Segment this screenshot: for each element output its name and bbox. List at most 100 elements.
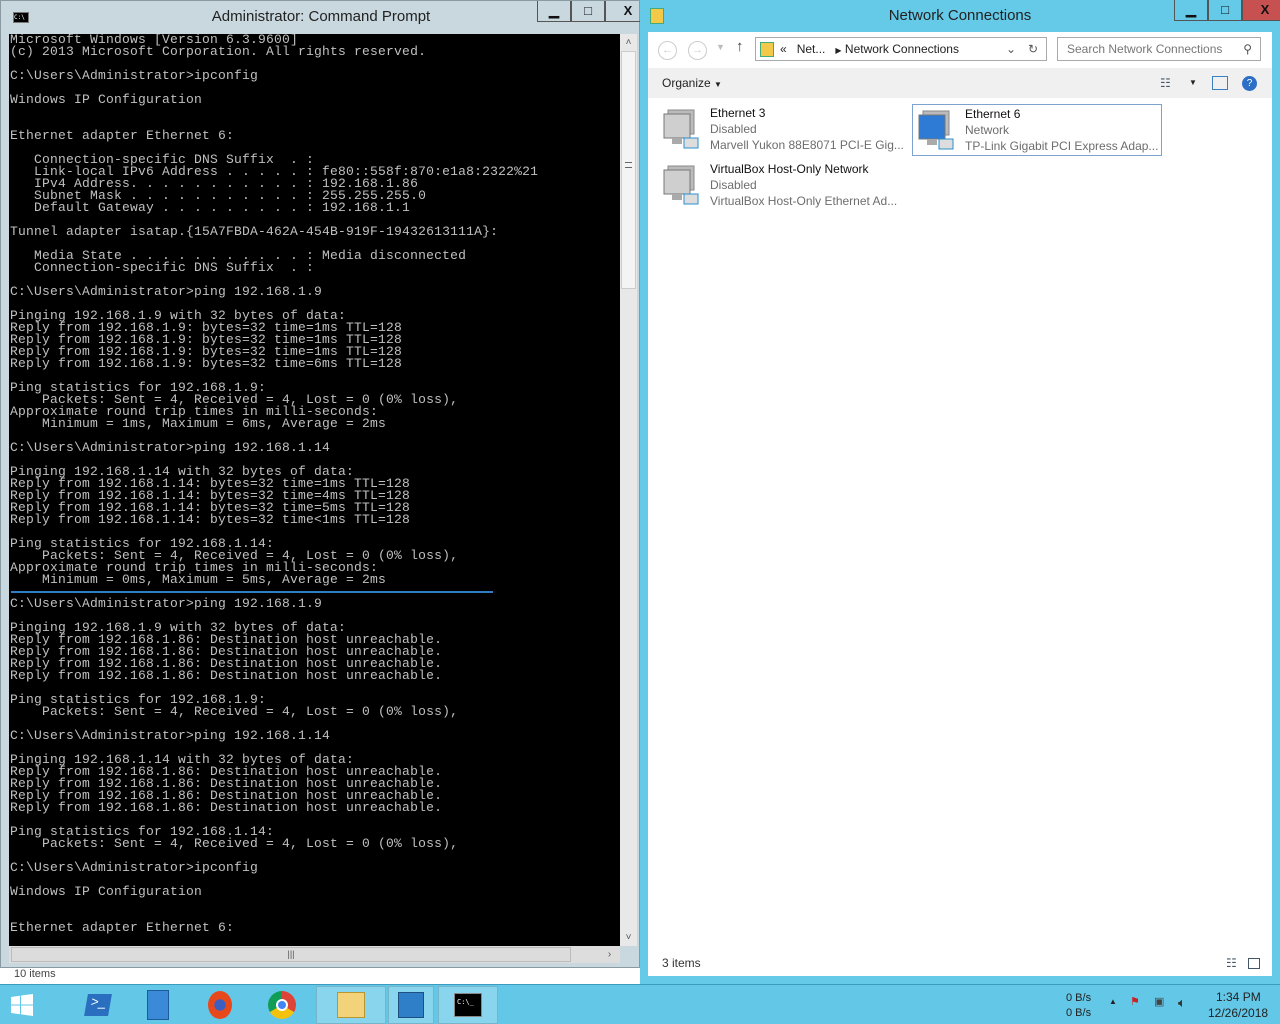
console-line: Minimum = 1ms, Maximum = 6ms, Average = … <box>10 416 387 431</box>
console-line: Minimum = 0ms, Maximum = 5ms, Average = … <box>10 572 387 587</box>
network-adapter-icon <box>663 109 699 149</box>
console-line: Windows IP Configuration <box>10 884 203 899</box>
network-adapter-icon <box>918 110 954 150</box>
taskbar-chrome[interactable] <box>254 986 310 1024</box>
console-line: Tunnel adapter isatap.{15A7FBDA-462A-454… <box>10 224 499 239</box>
command-bar: Organize ▼ ☷ ▼ ? <box>648 68 1272 98</box>
net-upload-speed: 0 B/s <box>1066 992 1092 1004</box>
maximize-button[interactable]: □ <box>1208 0 1242 21</box>
adapter-name: Ethernet 3 <box>710 106 766 120</box>
console-line: Packets: Sent = 4, Received = 4, Lost = … <box>10 704 459 719</box>
recent-dropdown-icon[interactable]: ▼ <box>716 42 725 52</box>
help-icon[interactable]: ? <box>1242 76 1257 91</box>
taskbar: >_ C:\_ 0 B/s 0 B/s ▲ ⚑ ▣ 🔈︎ 1:34 PM 12/… <box>0 984 1280 1024</box>
console-text: Microsoft Windows [Version 6.3.9600] (c) … <box>10 34 538 934</box>
server-manager-icon <box>147 990 169 1020</box>
clock-time[interactable]: 1:34 PM <box>1216 990 1261 1004</box>
view-dropdown-icon[interactable]: ▼ <box>1189 68 1197 98</box>
preview-pane-icon[interactable] <box>1212 76 1228 90</box>
scroll-down-icon[interactable]: ˅ <box>620 929 637 946</box>
adapter-status: Network <box>965 123 1010 137</box>
command-prompt-window: C:\ Administrator: Command Prompt ▁ □ X … <box>0 0 651 968</box>
network-adapter-item[interactable]: Ethernet 6 Network TP-Link Gigabit PCI Exp… <box>912 104 1162 156</box>
adapter-name: Ethernet 6 <box>965 107 1021 121</box>
behind-window-status: 10 items <box>14 968 56 980</box>
taskbar-file-explorer[interactable] <box>316 986 386 1024</box>
breadcrumb-item[interactable]: Network Connections <box>845 42 959 56</box>
start-button[interactable] <box>0 986 44 1024</box>
chevron-down-icon: ▼ <box>714 80 722 89</box>
breadcrumb-overflow[interactable]: « <box>780 42 787 56</box>
refresh-icon[interactable]: ↻ <box>1028 38 1038 60</box>
taskbar-powershell[interactable]: >_ <box>70 986 126 1024</box>
status-bar-count: 3 items <box>662 956 701 970</box>
scroll-right-icon[interactable]: › <box>601 946 618 963</box>
console-line: Ethernet adapter Ethernet 6: <box>10 128 235 143</box>
breadcrumb-separator-icon: ▶ <box>835 46 842 55</box>
console-line: Packets: Sent = 4, Received = 4, Lost = … <box>10 836 459 851</box>
control-panel-icon <box>398 992 424 1018</box>
console-line: Connection-specific DNS Suffix . : <box>10 260 315 275</box>
folder-icon <box>337 992 365 1018</box>
search-placeholder: Search Network Connections <box>1067 42 1223 56</box>
close-button[interactable]: X <box>1242 0 1280 21</box>
console-output[interactable]: Microsoft Windows [Version 6.3.9600] (c) … <box>9 34 620 946</box>
up-arrow-icon[interactable]: ↑ <box>736 38 744 55</box>
minimize-button[interactable]: ▁ <box>1174 0 1208 21</box>
console-line: C:\Users\Administrator>ping 192.168.1.14 <box>10 440 331 455</box>
console-line: Reply from 192.168.1.9: bytes=32 time=6m… <box>10 356 403 371</box>
search-icon[interactable]: ⚲ <box>1243 38 1252 60</box>
back-button[interactable]: ← <box>658 41 677 60</box>
console-line: Reply from 192.168.1.86: Destination hos… <box>10 668 443 683</box>
network-adapter-icon <box>663 165 699 205</box>
console-line: Reply from 192.168.1.14: bytes=32 time<1… <box>10 512 411 527</box>
adapter-device: TP-Link Gigabit PCI Express Adap... <box>965 139 1159 153</box>
h-scroll-thumb[interactable]: ||| <box>11 947 571 962</box>
adapter-name: VirtualBox Host-Only Network <box>710 162 869 176</box>
taskbar-command-prompt[interactable]: C:\_ <box>438 986 498 1024</box>
vertical-scrollbar[interactable]: ˄ ˅ <box>620 34 637 946</box>
taskbar-network-connections[interactable] <box>388 986 434 1024</box>
large-icons-view-icon[interactable] <box>1248 958 1260 969</box>
maximize-button[interactable]: □ <box>571 1 605 22</box>
clock-date[interactable]: 12/26/2018 <box>1208 1006 1268 1020</box>
horizontal-scrollbar[interactable]: ||| › <box>9 946 620 963</box>
change-view-icon[interactable]: ☷ <box>1160 68 1171 98</box>
console-line: C:\Users\Administrator>ping 192.168.1.9 <box>10 596 323 611</box>
show-hidden-icons-icon[interactable]: ▲ <box>1109 997 1117 1006</box>
console-line: C:\Users\Administrator>ipconfig <box>10 68 259 83</box>
minimize-button[interactable]: ▁ <box>537 1 571 22</box>
chevron-down-icon[interactable]: ⌄ <box>1006 38 1016 60</box>
network-folder-icon <box>760 42 774 57</box>
volume-icon[interactable]: 🔈︎ <box>1178 995 1186 1011</box>
forward-button[interactable]: → <box>688 41 707 60</box>
search-input[interactable]: Search Network Connections ⚲ <box>1057 37 1261 61</box>
adapter-status: Disabled <box>710 122 757 136</box>
console-line: C:\Users\Administrator>ping 192.168.1.14 <box>10 728 331 743</box>
taskbar-server-manager[interactable] <box>130 986 186 1024</box>
network-adapter-item[interactable]: Ethernet 3 Disabled Marvell Yukon 88E8071 … <box>658 104 908 156</box>
scroll-thumb[interactable] <box>621 51 636 289</box>
adapter-status: Disabled <box>710 178 757 192</box>
windows-logo-icon <box>11 994 33 1016</box>
selection-line <box>11 591 493 593</box>
powershell-icon: >_ <box>84 994 112 1016</box>
console-line: Windows IP Configuration <box>10 92 203 107</box>
network-warning-icon[interactable]: ▣ <box>1154 995 1164 1008</box>
details-view-icon[interactable]: ☷ <box>1226 956 1237 970</box>
console-line: Reply from 192.168.1.86: Destination hos… <box>10 800 443 815</box>
console-line: Ethernet adapter Ethernet 6: <box>10 920 235 935</box>
breadcrumb-item[interactable]: Net... <box>797 42 826 56</box>
organize-button[interactable]: Organize ▼ <box>662 76 722 90</box>
scroll-up-icon[interactable]: ˄ <box>620 34 637 51</box>
console-line: C:\Users\Administrator>ping 192.168.1.9 <box>10 284 323 299</box>
action-center-flag-icon[interactable]: ⚑ <box>1130 995 1140 1008</box>
address-bar[interactable]: « Net... ▶ Network Connections ⌄ ↻ <box>755 37 1047 61</box>
taskbar-firefox[interactable] <box>192 986 248 1024</box>
network-adapter-item[interactable]: VirtualBox Host-Only Network Disabled Virt… <box>658 160 908 212</box>
network-connections-window: Network Connections ▁ □ X ← → ▼ ↑ « Net.… <box>640 0 1280 984</box>
firefox-icon <box>208 991 232 1019</box>
console-line: C:\Users\Administrator>ipconfig <box>10 860 259 875</box>
